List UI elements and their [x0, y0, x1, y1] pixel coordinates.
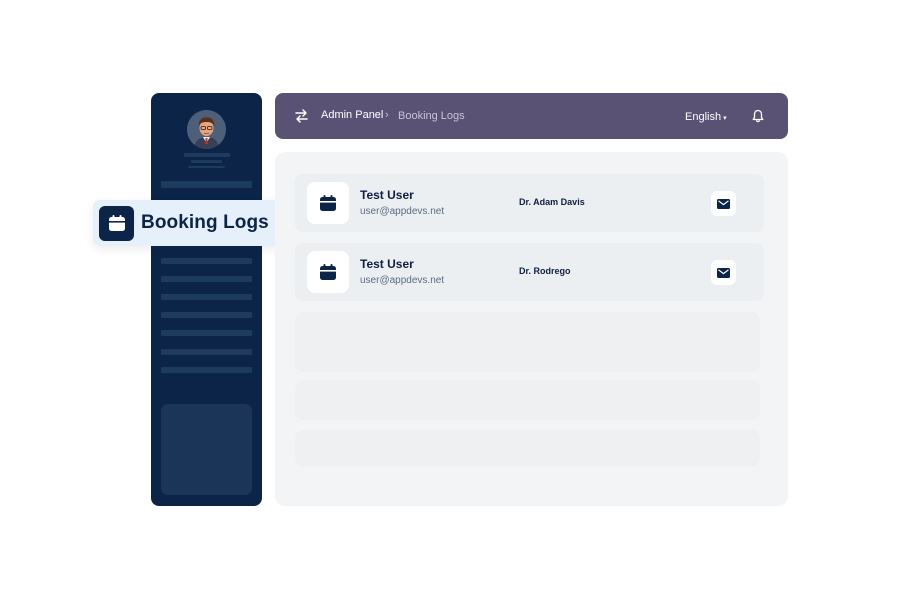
- user-email: user@appdevs.net: [360, 275, 445, 286]
- calendar-icon: [99, 205, 134, 241]
- send-mail-button[interactable]: [711, 260, 736, 285]
- sidebar-card-placeholder: [161, 404, 252, 495]
- doctor-name: Dr. Adam Davis: [519, 197, 585, 207]
- avatar-illustration: [187, 110, 226, 149]
- mail-icon: [717, 198, 730, 209]
- booking-row[interactable]: Test User user@appdevs.net Dr. Adam Davi…: [295, 174, 764, 232]
- sidebar-item-placeholder[interactable]: [161, 312, 252, 318]
- sidebar-item-placeholder[interactable]: [161, 258, 252, 264]
- sidebar-item-placeholder[interactable]: [161, 181, 252, 188]
- send-mail-button[interactable]: [711, 191, 736, 216]
- sidebar-item-placeholder[interactable]: [161, 330, 252, 336]
- sidebar-item-placeholder[interactable]: [161, 367, 252, 373]
- booking-logs-panel: Test User user@appdevs.net Dr. Adam Davi…: [275, 152, 788, 506]
- sidebar: [151, 93, 262, 506]
- empty-row-placeholder: [295, 380, 760, 420]
- breadcrumb-current: Booking Logs: [398, 110, 465, 122]
- booking-logs-badge[interactable]: Booking Logs: [93, 200, 284, 246]
- user-name: Test User: [360, 257, 414, 271]
- mail-icon: [717, 267, 730, 278]
- profile-name-placeholder: [184, 153, 230, 157]
- booking-row[interactable]: Test User user@appdevs.net Dr. Rodrego: [295, 243, 764, 301]
- profile-detail-placeholder: [188, 166, 225, 168]
- booking-logs-badge-label: Booking Logs: [141, 212, 269, 233]
- language-selector[interactable]: English ▾: [685, 111, 727, 123]
- profile-role-placeholder: [191, 160, 222, 163]
- doctor-name: Dr. Rodrego: [519, 266, 571, 276]
- user-email: user@appdevs.net: [360, 206, 445, 217]
- sidebar-item-placeholder[interactable]: [161, 276, 252, 282]
- bell-icon[interactable]: [752, 109, 764, 123]
- sidebar-item-placeholder[interactable]: [161, 294, 252, 300]
- empty-row-placeholder: [295, 430, 760, 466]
- avatar[interactable]: [187, 110, 226, 149]
- breadcrumb-separator: ›: [385, 109, 389, 121]
- calendar-icon: [307, 182, 349, 224]
- calendar-icon: [307, 251, 349, 293]
- language-value: English: [685, 111, 722, 123]
- chevron-down-icon: ▾: [723, 115, 727, 122]
- breadcrumb-root[interactable]: Admin Panel: [321, 109, 383, 121]
- top-bar: Admin Panel › Booking Logs English ▾: [275, 93, 788, 139]
- swap-arrows-icon[interactable]: [295, 108, 308, 124]
- user-name: Test User: [360, 188, 414, 202]
- empty-row-placeholder: [295, 312, 760, 372]
- sidebar-item-placeholder[interactable]: [161, 349, 252, 355]
